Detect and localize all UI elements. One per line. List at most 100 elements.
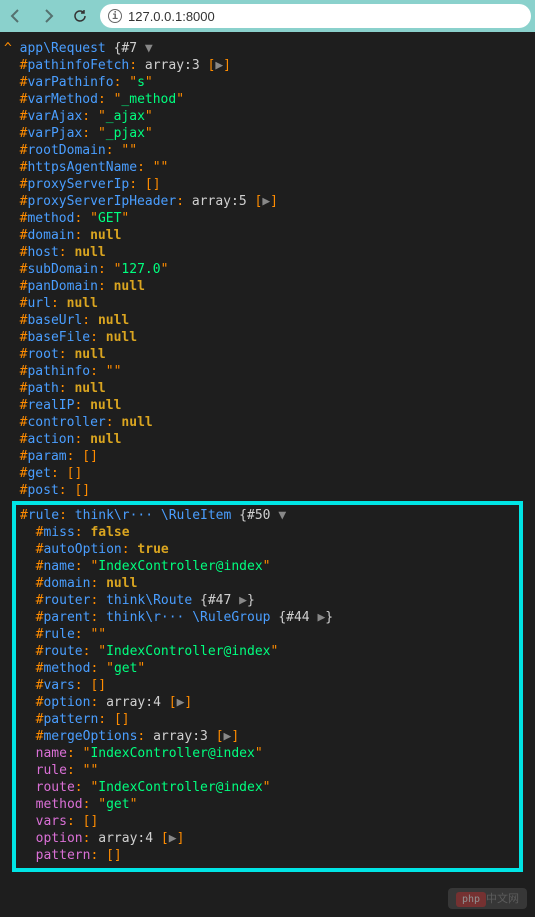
dump-property: #baseFile: null bbox=[4, 329, 531, 346]
prop-name: option bbox=[43, 695, 90, 710]
reload-icon bbox=[72, 8, 88, 24]
string-value: get bbox=[114, 661, 137, 676]
string-value: 127.0 bbox=[121, 262, 160, 277]
prop-name: router bbox=[43, 593, 90, 608]
highlighted-section: #rule: think\r··· \RuleItem {#50 ▼ #miss… bbox=[12, 501, 523, 872]
dump-property: option: array:4 [▶] bbox=[20, 830, 515, 847]
dump-property: #pattern: [] bbox=[20, 711, 515, 728]
dump-property: #autoOption: true bbox=[20, 541, 515, 558]
null-value: null bbox=[106, 330, 137, 345]
expand-icon[interactable]: ▶ bbox=[239, 593, 247, 608]
null-value: null bbox=[74, 347, 105, 362]
dump-property: #proxyServerIpHeader: array:5 [▶] bbox=[4, 193, 531, 210]
prop-name: url bbox=[27, 296, 50, 311]
public-prop-name: rule bbox=[36, 763, 67, 778]
prop-name: rootDomain bbox=[27, 143, 105, 158]
prop-name: route bbox=[43, 644, 82, 659]
bool-value: false bbox=[90, 525, 129, 540]
dump-property: #root: null bbox=[4, 346, 531, 363]
dump-property: rule: "" bbox=[20, 762, 515, 779]
dump-property: method: "get" bbox=[20, 796, 515, 813]
forward-button[interactable] bbox=[36, 4, 60, 28]
browser-toolbar: i 127.0.0.1:8000 bbox=[0, 0, 535, 32]
null-value: null bbox=[67, 296, 98, 311]
dump-property: #pathinfo: "" bbox=[4, 363, 531, 380]
dump-property: #baseUrl: null bbox=[4, 312, 531, 329]
dump-property: #subDomain: "127.0" bbox=[4, 261, 531, 278]
dump-property: #proxyServerIp: [] bbox=[4, 176, 531, 193]
arrow-left-icon bbox=[8, 8, 24, 24]
watermark: php中文网 bbox=[448, 888, 527, 909]
dump-property: #httpsAgentName: "" bbox=[4, 159, 531, 176]
prop-name: action bbox=[27, 432, 74, 447]
expand-caret[interactable]: ^ bbox=[4, 41, 12, 56]
dump-property: #varPathinfo: "s" bbox=[4, 74, 531, 91]
dump-property: #option: array:4 [▶] bbox=[20, 694, 515, 711]
prop-name: name bbox=[43, 559, 74, 574]
prop-name: baseFile bbox=[27, 330, 90, 345]
null-value: null bbox=[90, 432, 121, 447]
info-icon[interactable]: i bbox=[108, 9, 122, 23]
prop-name: path bbox=[27, 381, 58, 396]
string-value: s bbox=[137, 75, 145, 90]
public-prop-name: route bbox=[36, 780, 75, 795]
dump-property: vars: [] bbox=[20, 813, 515, 830]
string-value: IndexController@index bbox=[90, 746, 254, 761]
expand-icon[interactable]: ▶ bbox=[262, 194, 270, 209]
prop-name: param bbox=[27, 449, 66, 464]
prop-name: proxyServerIpHeader bbox=[27, 194, 176, 209]
prop-name: post bbox=[27, 483, 58, 498]
string-value: GET bbox=[98, 211, 121, 226]
prop-name: miss bbox=[43, 525, 74, 540]
prop-name: vars bbox=[43, 678, 74, 693]
rule-header: #rule: think\r··· \RuleItem {#50 ▼ bbox=[20, 507, 515, 524]
string-value: IndexController@index bbox=[98, 780, 262, 795]
prop-name: subDomain bbox=[27, 262, 97, 277]
dump-property: #host: null bbox=[4, 244, 531, 261]
dump-property: #mergeOptions: array:3 [▶] bbox=[20, 728, 515, 745]
prop-name: pathinfo bbox=[27, 364, 90, 379]
collapse-arrow-icon[interactable]: ▼ bbox=[145, 41, 153, 56]
null-value: null bbox=[90, 228, 121, 243]
dump-property: #controller: null bbox=[4, 414, 531, 431]
dump-property: #varMethod: "_method" bbox=[4, 91, 531, 108]
dump-property: #parent: think\r··· \RuleGroup {#44 ▶} bbox=[20, 609, 515, 626]
dump-property: #method: "GET" bbox=[4, 210, 531, 227]
prop-name: host bbox=[27, 245, 58, 260]
dump-property: #vars: [] bbox=[20, 677, 515, 694]
dump-property: #varPjax: "_pjax" bbox=[4, 125, 531, 142]
prop-name: varAjax bbox=[27, 109, 82, 124]
prop-name: proxyServerIp bbox=[27, 177, 129, 192]
collapse-arrow-icon[interactable]: ▼ bbox=[278, 508, 286, 523]
prop-name: autoOption bbox=[43, 542, 121, 557]
reload-button[interactable] bbox=[68, 4, 92, 28]
arrow-right-icon bbox=[40, 8, 56, 24]
public-prop-name: vars bbox=[36, 814, 67, 829]
prop-name: mergeOptions bbox=[43, 729, 137, 744]
null-value: null bbox=[74, 245, 105, 260]
string-value: _method bbox=[121, 92, 176, 107]
watermark-text: 中文网 bbox=[486, 892, 519, 905]
prop-name: rule bbox=[43, 627, 74, 642]
null-value: null bbox=[114, 279, 145, 294]
address-bar[interactable]: i 127.0.0.1:8000 bbox=[100, 4, 531, 28]
prop-name: parent bbox=[43, 610, 90, 625]
null-value: null bbox=[90, 398, 121, 413]
dump-property: name: "IndexController@index" bbox=[20, 745, 515, 762]
prop-name: panDomain bbox=[27, 279, 97, 294]
namespace: think\Route bbox=[106, 593, 192, 608]
prop-name: realIP bbox=[27, 398, 74, 413]
dump-property: #router: think\Route {#47 ▶} bbox=[20, 592, 515, 609]
string-value: _ajax bbox=[106, 109, 145, 124]
back-button[interactable] bbox=[4, 4, 28, 28]
prop-name: varPjax bbox=[27, 126, 82, 141]
expand-icon[interactable]: ▶ bbox=[169, 831, 177, 846]
dump-property: #method: "get" bbox=[20, 660, 515, 677]
watermark-logo: php bbox=[456, 892, 486, 907]
dump-property: route: "IndexController@index" bbox=[20, 779, 515, 796]
prop-name: varMethod bbox=[27, 92, 97, 107]
url-text: 127.0.0.1:8000 bbox=[128, 9, 215, 24]
dump-property: #rule: "" bbox=[20, 626, 515, 643]
expand-icon[interactable]: ▶ bbox=[215, 58, 223, 73]
dump-property: #pathinfoFetch: array:3 [▶] bbox=[4, 57, 531, 74]
